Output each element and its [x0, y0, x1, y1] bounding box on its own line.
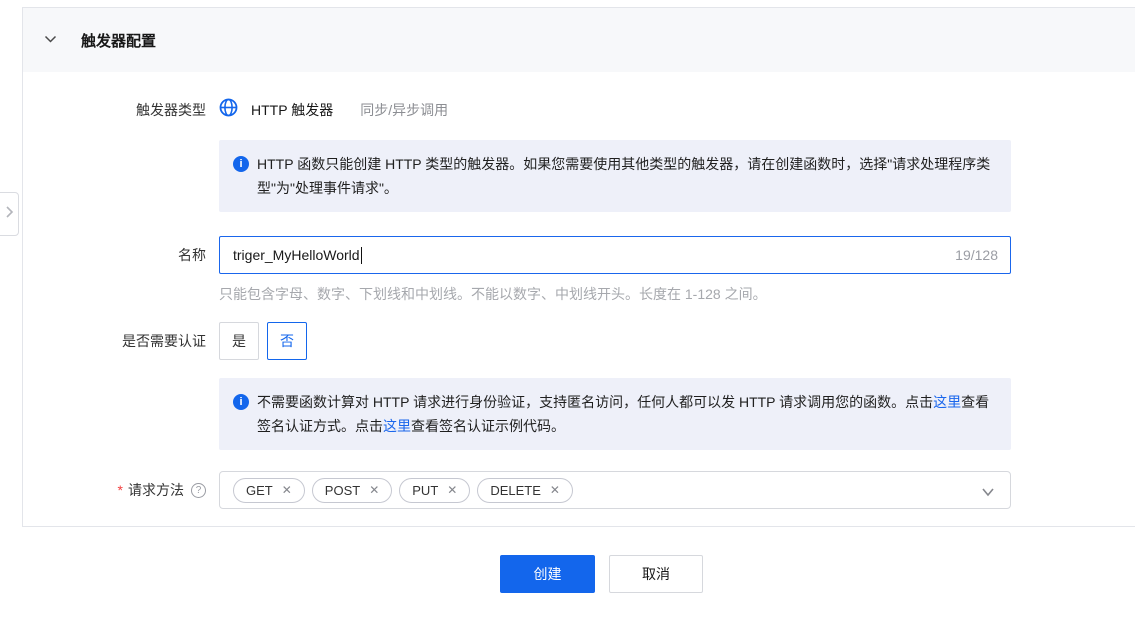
method-tag-label: DELETE — [490, 483, 541, 498]
method-row: * 请求方法 ? GET ✕ POST ✕ PUT ✕ — [23, 471, 1135, 509]
name-label: 名称 — [23, 236, 206, 274]
trigger-type-row: 触发器类型 HTTP 触发器 同步/异步调用 — [23, 98, 1135, 122]
method-tag-label: PUT — [412, 483, 438, 498]
method-tag-get: GET ✕ — [233, 478, 305, 503]
footer-actions: 创建 取消 — [34, 555, 1135, 593]
method-tag-delete: DELETE ✕ — [477, 478, 573, 503]
name-helper-text: 只能包含字母、数字、下划线和中划线。不能以数字、中划线开头。长度在 1-128 … — [219, 284, 1135, 304]
trigger-config-body: 触发器类型 HTTP 触发器 同步/异步调用 i — [23, 72, 1135, 509]
trigger-invoke-mode: 同步/异步调用 — [360, 100, 448, 120]
remove-tag-icon[interactable]: ✕ — [447, 483, 457, 497]
auth-info-banner: i 不需要函数计算对 HTTP 请求进行身份验证，支持匿名访问，任何人都可以发 … — [219, 378, 1011, 450]
trigger-config-panel: 触发器配置 触发器类型 HTTP 触发器 同步/异步调用 — [22, 7, 1135, 527]
cancel-button[interactable]: 取消 — [609, 555, 703, 593]
panel-expander[interactable] — [0, 192, 19, 236]
method-tag-label: GET — [246, 483, 273, 498]
auth-row: 是否需要认证 是 否 — [23, 322, 1135, 360]
auth-info-text-3: 查看签名认证示例代码。 — [411, 418, 565, 434]
auth-label: 是否需要认证 — [23, 322, 206, 360]
auth-option-yes[interactable]: 是 — [219, 322, 259, 360]
remove-tag-icon[interactable]: ✕ — [550, 483, 560, 497]
method-multiselect[interactable]: GET ✕ POST ✕ PUT ✕ DELETE ✕ — [219, 471, 1011, 509]
auth-info-text-1: 不需要函数计算对 HTTP 请求进行身份验证，支持匿名访问，任何人都可以发 HT… — [257, 394, 933, 410]
signature-sample-link[interactable]: 这里 — [383, 418, 411, 434]
name-row: 名称 triger_MyHelloWorld 19/128 — [23, 236, 1135, 274]
trigger-type-label: 触发器类型 — [23, 98, 206, 122]
method-label-wrap: * 请求方法 ? — [23, 471, 206, 509]
method-tag-label: POST — [325, 483, 360, 498]
globe-icon — [219, 98, 238, 122]
signature-auth-link[interactable]: 这里 — [933, 394, 961, 410]
char-counter: 19/128 — [955, 237, 998, 273]
http-trigger-info-text: HTTP 函数只能创建 HTTP 类型的触发器。如果您需要使用其他类型的触发器，… — [257, 152, 995, 200]
help-icon[interactable]: ? — [191, 483, 206, 498]
method-tag-post: POST ✕ — [312, 478, 392, 503]
required-mark: * — [118, 482, 123, 498]
chevron-down-icon[interactable] — [44, 31, 57, 49]
info-icon: i — [233, 394, 249, 410]
auth-option-no[interactable]: 否 — [267, 322, 307, 360]
text-caret — [361, 247, 362, 264]
method-label: 请求方法 — [128, 480, 184, 500]
http-trigger-info-banner: i HTTP 函数只能创建 HTTP 类型的触发器。如果您需要使用其他类型的触发… — [219, 140, 1011, 212]
auth-info-text: 不需要函数计算对 HTTP 请求进行身份验证，支持匿名访问，任何人都可以发 HT… — [257, 390, 995, 438]
method-tag-put: PUT ✕ — [399, 478, 470, 503]
section-title: 触发器配置 — [81, 30, 156, 51]
chevron-down-icon[interactable] — [981, 484, 995, 502]
name-input[interactable]: triger_MyHelloWorld 19/128 — [219, 236, 1011, 274]
name-input-value: triger_MyHelloWorld — [233, 247, 360, 263]
info-icon: i — [233, 156, 249, 172]
chevron-right-icon — [5, 205, 14, 224]
create-button[interactable]: 创建 — [500, 555, 595, 593]
remove-tag-icon[interactable]: ✕ — [282, 483, 292, 497]
remove-tag-icon[interactable]: ✕ — [369, 483, 379, 497]
trigger-type-value: HTTP 触发器 — [251, 100, 333, 120]
trigger-config-header[interactable]: 触发器配置 — [23, 8, 1135, 72]
